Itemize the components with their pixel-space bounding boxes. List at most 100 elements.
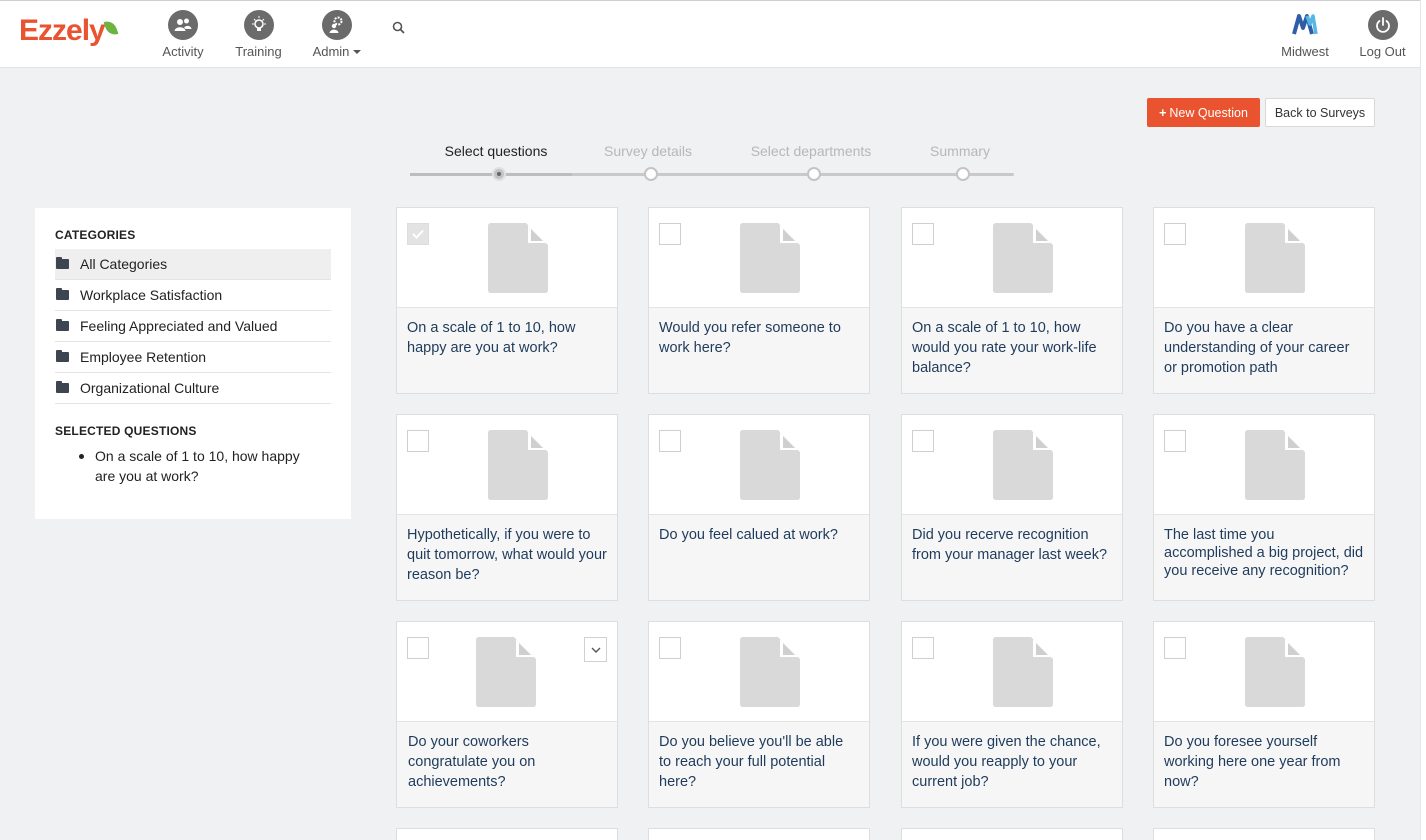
step-dot-summary[interactable] — [956, 167, 970, 181]
question-text: Do you believe you'll be able to reach y… — [649, 722, 869, 807]
back-to-surveys-button[interactable]: Back to Surveys — [1265, 98, 1375, 127]
power-icon — [1367, 10, 1398, 40]
card-media — [397, 622, 617, 722]
document-icon — [488, 430, 548, 500]
step-survey-details[interactable]: Survey details — [604, 143, 692, 159]
question-card-partial[interactable] — [901, 828, 1123, 840]
step-select-departments[interactable]: Select departments — [751, 143, 872, 159]
folder-icon — [56, 288, 69, 300]
question-card[interactable]: Do you foresee yourself working here one… — [1153, 621, 1375, 808]
question-text: The last time you accomplished a big pro… — [1154, 515, 1374, 600]
category-list: All Categories Workplace Satisfaction Fe… — [55, 249, 331, 404]
search-icon[interactable] — [392, 21, 405, 39]
question-checkbox[interactable] — [1164, 430, 1186, 452]
category-all[interactable]: All Categories — [55, 249, 331, 280]
brand-logo[interactable]: Ezzely — [19, 14, 119, 48]
question-card-partial[interactable] — [396, 828, 618, 840]
card-media — [649, 622, 869, 722]
category-employee-retention[interactable]: Employee Retention — [55, 342, 331, 373]
step-dot-select-departments[interactable] — [807, 167, 821, 181]
question-card[interactable]: Do you have a clear understanding of you… — [1153, 207, 1375, 394]
document-icon — [740, 223, 800, 293]
step-dot-select-questions[interactable] — [492, 167, 506, 181]
admin-gear-icon — [322, 10, 352, 40]
chevron-down-icon — [353, 50, 362, 54]
question-text: If you were given the chance, would you … — [902, 722, 1122, 807]
step-dot-survey-details[interactable] — [644, 167, 658, 181]
category-feeling-appreciated[interactable]: Feeling Appreciated and Valued — [55, 311, 331, 342]
selected-questions-list: On a scale of 1 to 10, how happy are you… — [55, 446, 331, 486]
logout-button[interactable]: Log Out — [1359, 10, 1406, 59]
question-checkbox[interactable] — [659, 430, 681, 452]
question-card[interactable]: Hypothetically, if you were to quit tomo… — [396, 414, 618, 601]
logout-label: Log Out — [1359, 44, 1406, 59]
question-text: Hypothetically, if you were to quit tomo… — [397, 515, 617, 600]
question-checkbox[interactable] — [1164, 637, 1186, 659]
document-icon — [1245, 430, 1305, 500]
org-switcher[interactable]: Midwest — [1279, 10, 1331, 59]
nav-activity-label: Activity — [162, 44, 204, 59]
question-card[interactable]: Do you believe you'll be able to reach y… — [648, 621, 870, 808]
question-card[interactable]: Do you feel calued at work? — [648, 414, 870, 601]
question-checkbox[interactable] — [659, 637, 681, 659]
nav-admin[interactable]: Admin — [311, 10, 363, 59]
step-select-questions[interactable]: Select questions — [445, 143, 548, 159]
question-card[interactable]: Would you refer someone to work here? — [648, 207, 870, 394]
question-checkbox[interactable] — [912, 430, 934, 452]
card-media — [1154, 415, 1374, 515]
card-options-dropdown[interactable] — [584, 637, 607, 662]
question-card[interactable]: The last time you accomplished a big pro… — [1153, 414, 1375, 601]
document-icon — [1245, 223, 1305, 293]
card-media — [1154, 622, 1374, 722]
question-checkbox[interactable] — [659, 223, 681, 245]
people-icon — [168, 10, 198, 40]
nav-activity[interactable]: Activity — [162, 10, 204, 59]
leaf-icon — [103, 18, 119, 38]
question-card-partial[interactable] — [1153, 828, 1375, 840]
selected-questions-heading: SELECTED QUESTIONS — [55, 424, 197, 438]
card-media — [902, 208, 1122, 308]
question-text: Did you recerve recognition from your ma… — [902, 515, 1122, 600]
nav-training[interactable]: Training — [234, 10, 283, 59]
question-text: Do you have a clear understanding of you… — [1154, 308, 1374, 393]
category-label: Workplace Satisfaction — [80, 287, 223, 303]
question-text: Do your coworkers congratulate you on ac… — [397, 722, 617, 807]
question-card[interactable]: On a scale of 1 to 10, how would you rat… — [901, 207, 1123, 394]
category-workplace-satisfaction[interactable]: Workplace Satisfaction — [55, 280, 331, 311]
document-icon — [740, 430, 800, 500]
document-icon — [740, 637, 800, 707]
question-checkbox[interactable] — [1164, 223, 1186, 245]
question-card-partial[interactable] — [648, 828, 870, 840]
question-card[interactable]: Did you recerve recognition from your ma… — [901, 414, 1123, 601]
question-text: Do you foresee yourself working here one… — [1154, 722, 1374, 807]
card-media — [1154, 208, 1374, 308]
category-label: All Categories — [80, 256, 168, 272]
question-checkbox[interactable] — [912, 637, 934, 659]
card-media — [649, 208, 869, 308]
chevron-down-icon — [591, 647, 601, 653]
card-media — [649, 415, 869, 515]
folder-icon — [56, 257, 69, 269]
new-question-label: New Question — [1169, 105, 1248, 120]
category-organizational-culture[interactable]: Organizational Culture — [55, 373, 331, 404]
plus-icon: + — [1159, 105, 1167, 120]
document-icon — [993, 637, 1053, 707]
org-label: Midwest — [1281, 44, 1329, 59]
question-text: Do you feel calued at work? — [649, 515, 869, 600]
question-checkbox[interactable] — [912, 223, 934, 245]
category-label: Organizational Culture — [80, 380, 220, 396]
question-checkbox[interactable] — [407, 637, 429, 659]
question-card[interactable]: Do your coworkers congratulate you on ac… — [396, 621, 618, 808]
scrollbar[interactable] — [1420, 0, 1426, 840]
question-card[interactable]: On a scale of 1 to 10, how happy are you… — [396, 207, 618, 394]
document-icon — [488, 223, 548, 293]
step-summary[interactable]: Summary — [930, 143, 990, 159]
new-question-button[interactable]: + New Question — [1147, 98, 1260, 127]
card-media — [902, 415, 1122, 515]
question-checkbox[interactable] — [407, 430, 429, 452]
question-card[interactable]: If you were given the chance, would you … — [901, 621, 1123, 808]
survey-stepper: Select questions Survey details Select d… — [410, 140, 1015, 185]
document-icon — [993, 430, 1053, 500]
document-icon — [476, 637, 536, 707]
question-checkbox[interactable] — [407, 223, 429, 245]
